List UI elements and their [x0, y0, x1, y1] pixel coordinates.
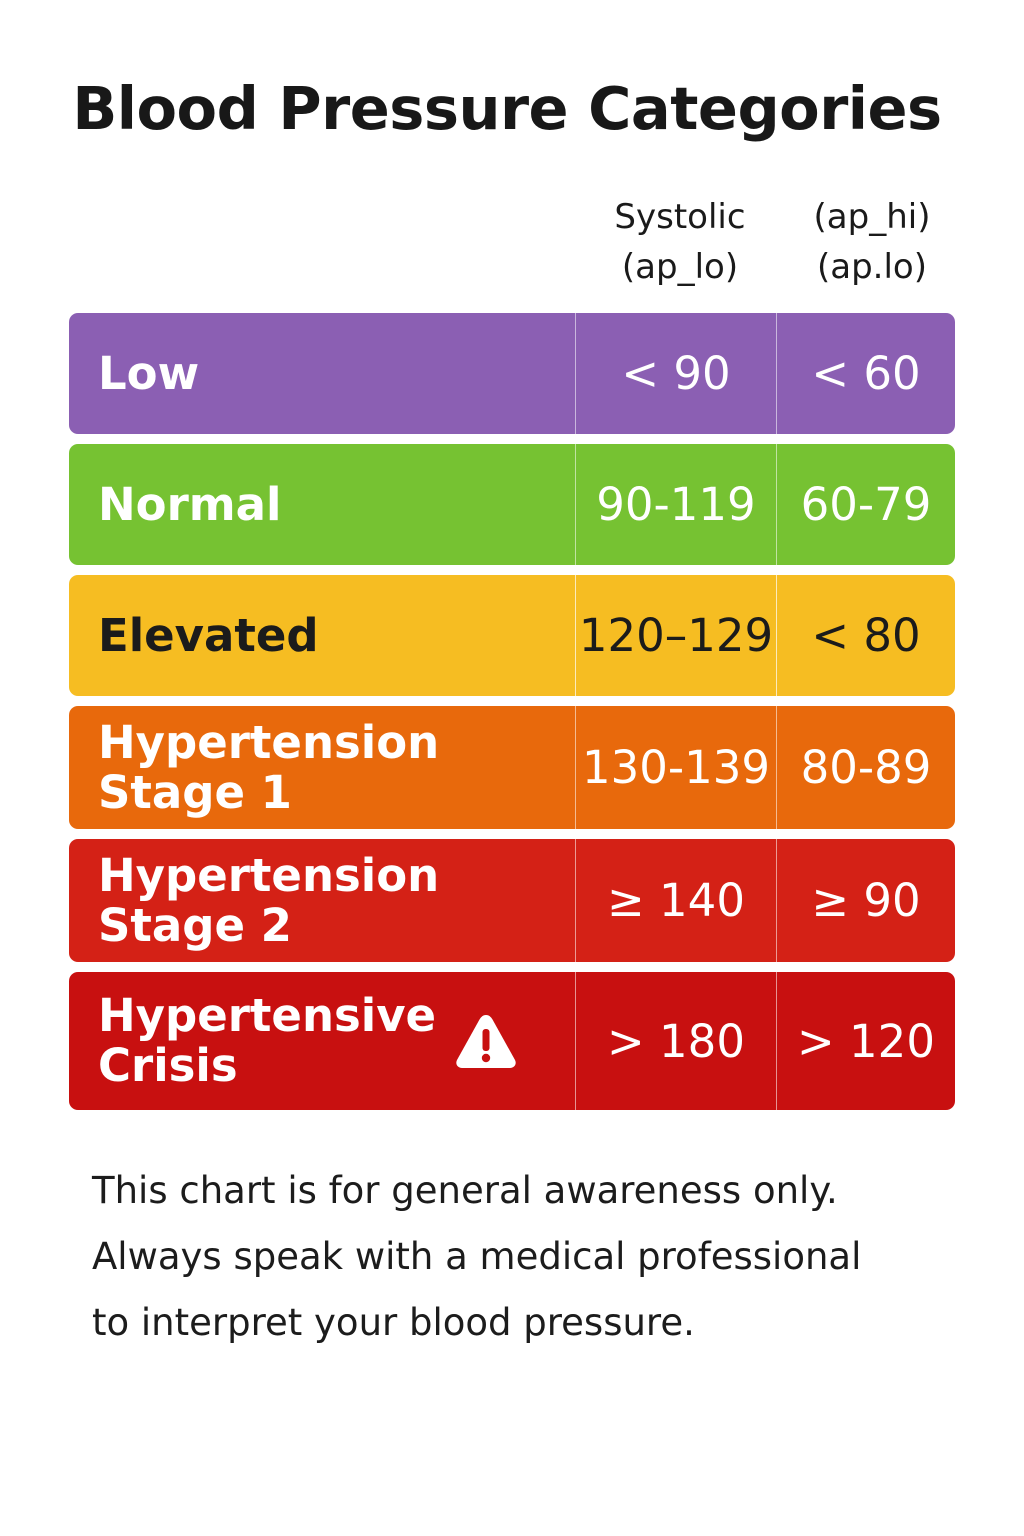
diastolic-value: 80-89 [776, 706, 955, 829]
diastolic-column-header: (ap_hi) (ap.lo) [782, 192, 962, 292]
systolic-header-line-2: (ap_lo) [621, 247, 739, 287]
diastolic-header-line-1: (ap_hi) [813, 197, 931, 237]
category-cell: Hypertension Stage 1 [69, 706, 575, 829]
category-cell: Hypertension Stage 2 [69, 839, 575, 962]
category-cell: Hypertensive Crisis [69, 972, 575, 1110]
category-cell: Low [69, 313, 575, 434]
footnote: This chart is for general awareness only… [92, 1158, 992, 1356]
category-label: Elevated [98, 608, 319, 662]
diastolic-header-line-2: (ap.lo) [816, 247, 927, 287]
table-row-normal: Normal 90-119 60-79 [69, 444, 955, 565]
table-row-hypertensive-crisis: Hypertensive Crisis > 180 > 120 [69, 972, 955, 1110]
footnote-line-3: to interpret your blood pressure. [92, 1301, 695, 1344]
category-label: Low [98, 346, 200, 400]
systolic-value: ≥ 140 [575, 839, 776, 962]
category-label: Hypertension Stage 1 [98, 715, 440, 819]
table-row-hypertension-stage-2: Hypertension Stage 2 ≥ 140 ≥ 90 [69, 839, 955, 962]
table-row-low: Low < 90 < 60 [69, 313, 955, 434]
diastolic-value: ≥ 90 [776, 839, 955, 962]
category-cell: Elevated [69, 575, 575, 696]
diastolic-value: 60-79 [776, 444, 955, 565]
systolic-value: < 90 [575, 313, 776, 434]
table-row-hypertension-stage-1: Hypertension Stage 1 130-139 80-89 [69, 706, 955, 829]
category-table: Low < 90 < 60 Normal 90-119 60-79 Elevated 120–… [69, 313, 955, 1110]
table-row-elevated: Elevated 120–129 < 80 [69, 575, 955, 696]
diastolic-value: < 60 [776, 313, 955, 434]
warning-icon [456, 1015, 516, 1068]
systolic-value: > 180 [575, 972, 776, 1110]
category-label: Hypertensive Crisis [98, 989, 437, 1092]
diastolic-value: < 80 [776, 575, 955, 696]
systolic-column-header: Systolic (ap_lo) [585, 192, 775, 292]
category-label: Normal [98, 477, 282, 531]
diastolic-value: > 120 [776, 972, 955, 1110]
category-label: Hypertension Stage 2 [98, 848, 440, 952]
category-cell: Normal [69, 444, 575, 565]
systolic-value: 120–129 [575, 575, 776, 696]
footnote-line-2: Always speak with a medical professional [92, 1235, 862, 1278]
systolic-value: 90-119 [575, 444, 776, 565]
systolic-value: 130-139 [575, 706, 776, 829]
page-title: Blood Pressure Categories [72, 74, 942, 143]
systolic-header-line-1: Systolic [614, 197, 746, 237]
footnote-line-1: This chart is for general awareness only… [92, 1169, 838, 1212]
